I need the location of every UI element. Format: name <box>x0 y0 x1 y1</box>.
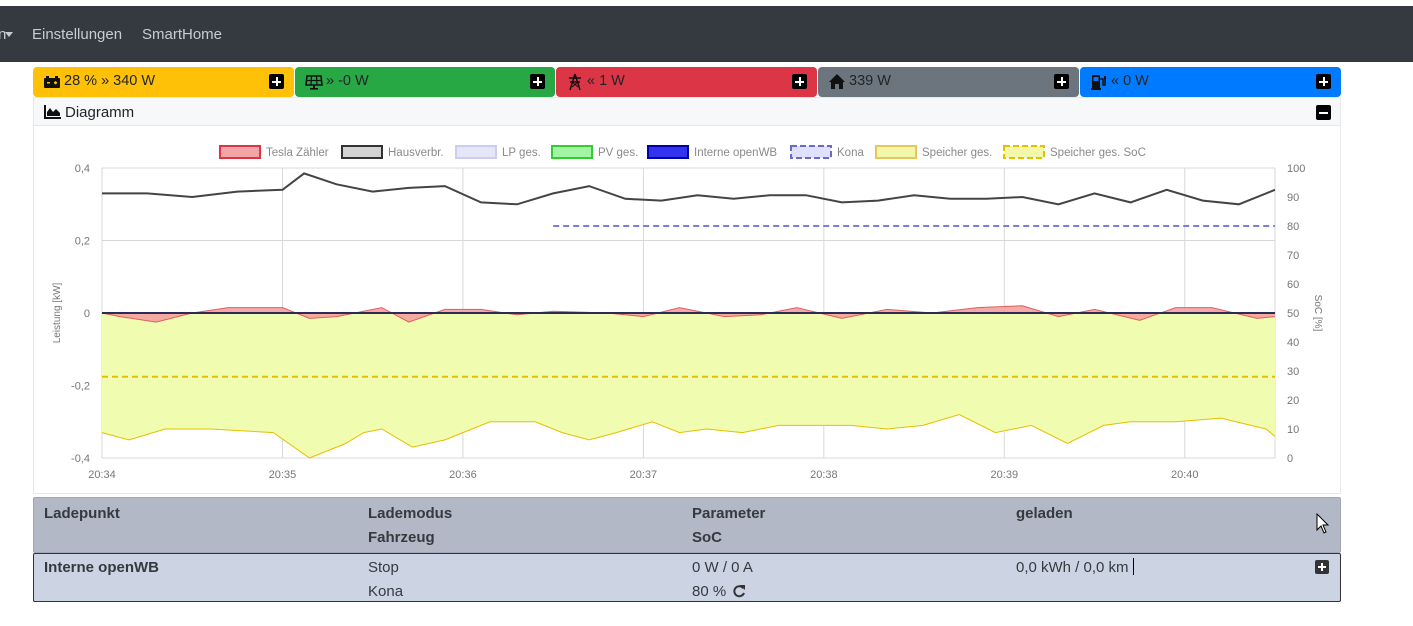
y-axis-label: Leistung [kW] <box>52 282 63 343</box>
expand-battery-button[interactable] <box>269 74 284 89</box>
expand-grid-button[interactable] <box>792 74 807 89</box>
chargepoint-table: Ladepunkt Lademodus Fahrzeug Parameter S… <box>33 497 1341 605</box>
nav-dropdown-menu[interactable]: n <box>0 6 13 62</box>
y2-tick-label: 70 <box>1287 250 1299 262</box>
row-parameter: 0 W / 0 A <box>692 559 753 576</box>
legend-label: Speicher ges. SoC <box>1050 147 1146 159</box>
expand-row-button[interactable] <box>1315 560 1329 574</box>
header-fahrzeug: Fahrzeug <box>368 529 435 546</box>
y-tick-label: 0 <box>84 308 90 320</box>
legend-swatch <box>1003 145 1045 159</box>
grid-status-text: « 1 W <box>587 73 625 89</box>
y2-tick-label: 100 <box>1287 163 1305 175</box>
x-tick-label: 20:38 <box>810 469 838 481</box>
y-tick-label: 0,2 <box>75 236 90 248</box>
pv-status-card[interactable]: » -0 W <box>295 67 555 97</box>
y-tick-label: -0,2 <box>71 381 90 393</box>
legend-swatch <box>551 145 593 159</box>
x-tick-label: 20:36 <box>449 469 477 481</box>
y2-tick-label: 40 <box>1287 337 1299 349</box>
expand-pv-button[interactable] <box>530 74 545 89</box>
legend-swatch <box>341 145 383 159</box>
y-tick-label: -0,4 <box>71 453 90 465</box>
row-soc: 80 % <box>692 583 746 600</box>
row-geladen: 0,0 kWh / 0,0 km <box>1016 559 1129 576</box>
table-row[interactable]: Interne openWB Stop Kona 0 W / 0 A 80 % … <box>33 553 1341 602</box>
legend-label: Hausverbr. <box>388 147 444 159</box>
table-header: Ladepunkt Lademodus Fahrzeug Parameter S… <box>33 497 1341 553</box>
expand-house-button[interactable] <box>1054 74 1069 89</box>
legend-label: Interne openWB <box>694 147 777 159</box>
pv-status-text: » -0 W <box>326 73 369 89</box>
y2-tick-label: 0 <box>1287 453 1293 465</box>
y2-tick-label: 90 <box>1287 192 1299 204</box>
header-parameter: Parameter <box>692 505 766 522</box>
home-icon <box>828 73 846 91</box>
legend-label: Kona <box>837 147 864 159</box>
legend-label: PV ges. <box>598 147 638 159</box>
power-chart: 0,4 0,2 0 -0,2 -0,4 20:34 20:35 20:36 20:37 20:38… <box>52 145 1323 481</box>
legend-swatch <box>455 145 497 159</box>
x-tick-label: 20:35 <box>269 469 297 481</box>
diagram-card: Diagramm 0,4 0,2 0 -0,2 -0,4 20:34 20:35 20:36 2… <box>33 97 1341 494</box>
x-tick-label: 20:37 <box>630 469 658 481</box>
legend-label: LP ges. <box>502 147 541 159</box>
chevron-down-icon <box>5 32 13 37</box>
header-geladen: geladen <box>1016 505 1073 522</box>
status-bar: 28 % » 340 W » -0 W « 1 W 339 W « 0 W <box>33 67 1341 97</box>
y-tick-label: 0,4 <box>75 163 90 175</box>
y2-tick-label: 80 <box>1287 221 1299 233</box>
text-cursor <box>1133 558 1134 575</box>
house-status-card[interactable]: 339 W <box>818 67 1079 97</box>
header-soc: SoC <box>692 529 722 546</box>
row-ladepunkt: Interne openWB <box>44 559 159 576</box>
x-tick-label: 20:40 <box>1171 469 1199 481</box>
row-fahrzeug: Kona <box>368 583 404 600</box>
legend-swatch <box>647 145 689 159</box>
refresh-icon[interactable] <box>732 584 746 598</box>
navbar: n Einstellungen SmartHome <box>0 6 1413 62</box>
y2-tick-label: 30 <box>1287 366 1299 378</box>
y2-tick-label: 60 <box>1287 279 1299 291</box>
expand-chargepoint-button[interactable] <box>1316 74 1331 89</box>
legend-swatch <box>790 145 832 159</box>
legend-label: Tesla Zähler <box>266 147 329 159</box>
legend-swatch <box>219 145 261 159</box>
chargepoint-status-text: « 0 W <box>1111 73 1149 89</box>
nav-item-smarthome[interactable]: SmartHome <box>142 6 222 62</box>
y2-axis-label: SoC [%] <box>1312 295 1323 332</box>
header-ladepunkt: Ladepunkt <box>44 505 120 522</box>
battery-status-card[interactable]: 28 % » 340 W <box>33 67 294 97</box>
y2-tick-label: 50 <box>1287 308 1299 320</box>
charging-station-icon <box>1090 73 1108 91</box>
power-tower-icon <box>566 73 584 91</box>
y2-tick-label: 20 <box>1287 395 1299 407</box>
header-lademodus: Lademodus <box>368 505 453 522</box>
legend-swatch <box>875 145 917 159</box>
battery-status-text: 28 % » 340 W <box>64 73 156 89</box>
nav-item-einstellungen[interactable]: Einstellungen <box>32 6 122 62</box>
chargepoint-status-card[interactable]: « 0 W <box>1080 67 1341 97</box>
x-tick-label: 20:39 <box>991 469 1019 481</box>
house-status-text: 339 W <box>849 73 891 89</box>
mouse-pointer-icon <box>1316 513 1330 534</box>
y2-tick-label: 10 <box>1287 424 1299 436</box>
row-lademodus[interactable]: Stop <box>368 559 399 576</box>
x-tick-label: 20:34 <box>88 469 116 481</box>
legend-label: Speicher ges. <box>922 147 992 159</box>
series-line-hausverbr <box>102 172 1276 206</box>
grid-status-card[interactable]: « 1 W <box>556 67 817 97</box>
battery-car-icon <box>43 73 61 91</box>
solar-panel-icon <box>305 73 323 91</box>
